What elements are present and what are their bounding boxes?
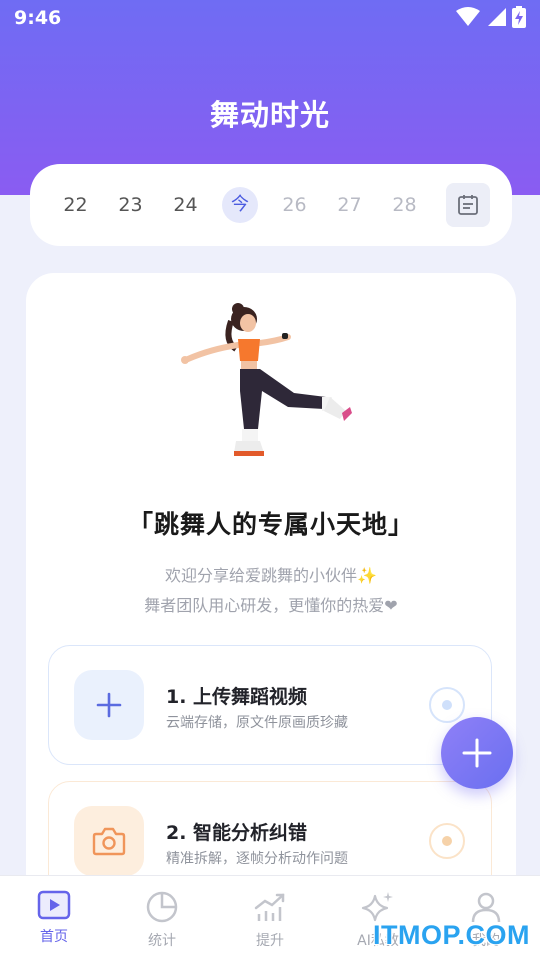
date-item-22[interactable]: 22	[48, 186, 103, 224]
step-title: 2. 智能分析纠错	[166, 822, 308, 844]
main-card: 「跳舞人的专属小天地」 欢迎分享给爱跳舞的小伙伴✨ 舞者团队用心研发，更懂你的热…	[26, 273, 516, 960]
upload-icon-tile	[74, 670, 144, 740]
radio-dot	[442, 836, 452, 846]
battery-charging-icon	[512, 6, 526, 28]
status-bar: 9:46	[0, 0, 540, 36]
nav-item-stats[interactable]: 统计	[108, 876, 216, 960]
status-icons	[456, 6, 526, 28]
nav-item-improve[interactable]: 提升	[216, 876, 324, 960]
date-strip: 22 23 24 今 26 27 28	[30, 164, 512, 246]
intro-line-2: 舞者团队用心研发，更懂你的热爱❤	[144, 596, 398, 615]
watermark: ITMOP.COM	[372, 920, 530, 950]
video-play-icon	[37, 890, 71, 920]
radio-dot	[442, 700, 452, 710]
date-item-26[interactable]: 26	[267, 186, 322, 224]
step-upload-video[interactable]: 1. 上传舞蹈视频 云端存储，原文件原画质珍藏	[48, 645, 492, 765]
app-title: 舞动时光	[209, 98, 330, 132]
calendar-button[interactable]	[446, 183, 490, 227]
nav-item-home[interactable]: 首页	[0, 876, 108, 960]
step-radio[interactable]	[429, 687, 465, 723]
date-item-today[interactable]: 今	[222, 187, 258, 223]
date-item-28[interactable]: 28	[377, 186, 432, 224]
analyze-icon-tile	[74, 806, 144, 876]
plus-icon	[462, 738, 492, 768]
add-floating-button[interactable]	[441, 717, 513, 789]
date-item-24[interactable]: 24	[158, 186, 213, 224]
sparkle-icon	[361, 892, 393, 922]
date-item-23[interactable]: 23	[103, 186, 158, 224]
trend-chart-icon	[254, 893, 285, 921]
nav-label: 统计	[148, 933, 176, 949]
step-radio[interactable]	[429, 823, 465, 859]
camera-icon	[92, 827, 126, 856]
step-title: 1. 上传舞蹈视频	[166, 686, 308, 708]
step-desc: 云端存储，原文件原画质珍藏	[166, 715, 348, 731]
user-icon	[471, 892, 501, 923]
calendar-icon	[458, 195, 478, 215]
date-item-27[interactable]: 27	[322, 186, 377, 224]
dancer-illustration	[181, 303, 352, 456]
nav-label: 提升	[256, 933, 284, 949]
cellular-signal-icon	[488, 8, 506, 26]
wifi-icon	[456, 7, 480, 26]
pie-chart-icon	[146, 891, 178, 923]
status-time: 9:46	[14, 7, 62, 29]
step-desc: 精准拆解，逐帧分析动作问题	[166, 851, 348, 867]
nav-label: 首页	[40, 929, 68, 945]
plus-icon	[96, 692, 122, 718]
slogan: 「跳舞人的专属小天地」	[127, 510, 414, 539]
intro-line-1: 欢迎分享给爱跳舞的小伙伴✨	[165, 566, 377, 585]
intro-text: 欢迎分享给爱跳舞的小伙伴✨ 舞者团队用心研发，更懂你的热爱❤	[26, 561, 516, 621]
